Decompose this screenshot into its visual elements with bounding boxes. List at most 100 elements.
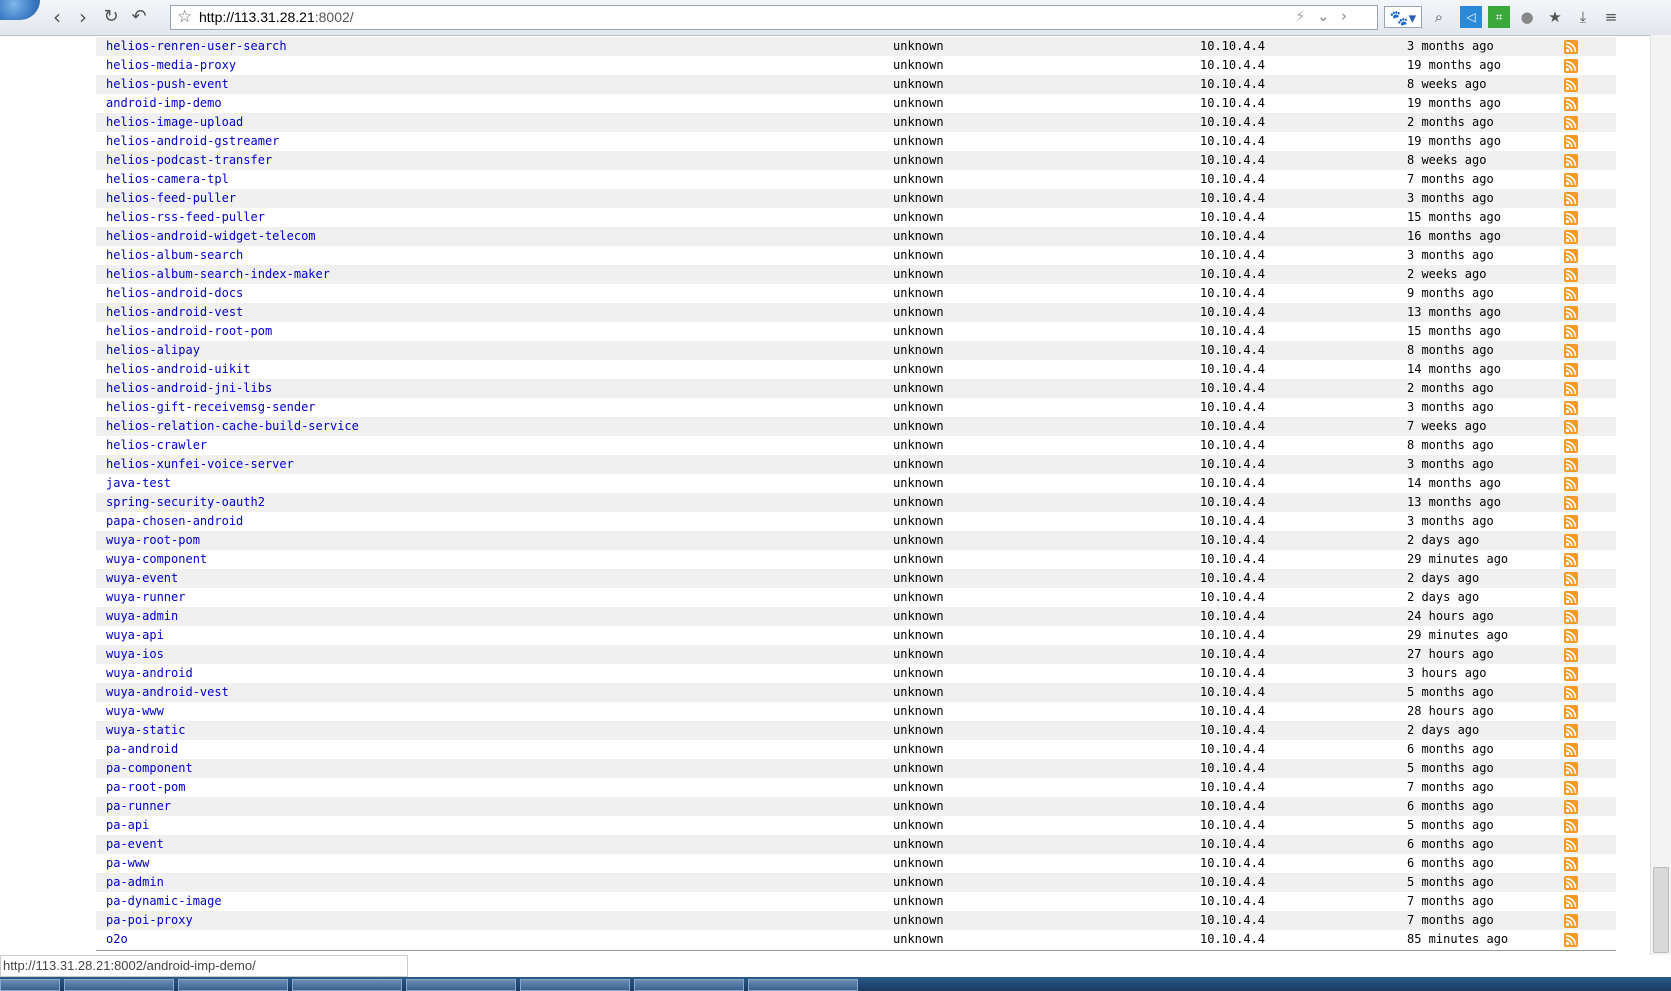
rss-feed-icon[interactable] <box>1564 420 1578 434</box>
repo-link[interactable]: helios-crawler <box>106 436 207 455</box>
repo-link[interactable]: pa-www <box>106 854 149 873</box>
rss-feed-icon[interactable] <box>1564 610 1578 624</box>
repo-link[interactable]: wuya-ios <box>106 645 164 664</box>
repo-link[interactable]: helios-podcast-transfer <box>106 151 272 170</box>
taskbar-item[interactable] <box>178 979 288 991</box>
scrollbar-thumb[interactable] <box>1653 867 1669 953</box>
repo-link[interactable]: helios-android-docs <box>106 284 243 303</box>
rss-feed-icon[interactable] <box>1564 686 1578 700</box>
repo-link[interactable]: wuya-static <box>106 721 185 740</box>
bookmark-star-icon[interactable]: ☆ <box>177 7 192 27</box>
repo-link[interactable]: pa-poi-proxy <box>106 911 193 930</box>
taskbar-item[interactable] <box>406 979 516 991</box>
repo-link[interactable]: pa-runner <box>106 797 171 816</box>
rss-feed-icon[interactable] <box>1564 800 1578 814</box>
undo-icon[interactable]: ↶ <box>126 4 152 30</box>
rss-feed-icon[interactable] <box>1564 553 1578 567</box>
repo-link[interactable]: pa-android <box>106 740 178 759</box>
repo-link[interactable]: helios-android-jni-libs <box>106 379 272 398</box>
rss-feed-icon[interactable] <box>1564 838 1578 852</box>
rss-feed-icon[interactable] <box>1564 230 1578 244</box>
repo-link[interactable]: helios-android-vest <box>106 303 243 322</box>
repo-link[interactable]: helios-push-event <box>106 75 229 94</box>
rss-feed-icon[interactable] <box>1564 211 1578 225</box>
rss-feed-icon[interactable] <box>1564 876 1578 890</box>
repo-link[interactable]: wuya-event <box>106 569 178 588</box>
rss-feed-icon[interactable] <box>1564 116 1578 130</box>
repo-link[interactable]: spring-security-oauth2 <box>106 493 265 512</box>
repo-link[interactable]: pa-admin <box>106 873 164 892</box>
rss-feed-icon[interactable] <box>1564 78 1578 92</box>
repo-link[interactable]: wuya-android <box>106 664 193 683</box>
repo-link[interactable]: helios-android-gstreamer <box>106 132 279 151</box>
rss-feed-icon[interactable] <box>1564 819 1578 833</box>
taskbar-item[interactable] <box>520 979 630 991</box>
rss-feed-icon[interactable] <box>1564 439 1578 453</box>
repo-link[interactable]: helios-rss-feed-puller <box>106 208 265 227</box>
repo-link[interactable]: helios-android-root-pom <box>106 322 272 341</box>
repo-link[interactable]: android-imp-demo <box>106 94 222 113</box>
repo-link[interactable]: o2o <box>106 930 128 949</box>
rss-feed-icon[interactable] <box>1564 857 1578 871</box>
rss-feed-icon[interactable] <box>1564 496 1578 510</box>
repo-link[interactable]: pa-api <box>106 816 149 835</box>
address-url[interactable]: http://113.31.28.21:8002/ <box>199 9 354 25</box>
rss-feed-icon[interactable] <box>1564 629 1578 643</box>
repo-link[interactable]: helios-feed-puller <box>106 189 236 208</box>
browser-logo-icon[interactable] <box>0 0 40 20</box>
rss-feed-icon[interactable] <box>1564 59 1578 73</box>
rss-feed-icon[interactable] <box>1564 515 1578 529</box>
rss-feed-icon[interactable] <box>1564 344 1578 358</box>
crop-icon[interactable]: ⌗ <box>1488 6 1510 28</box>
rss-feed-icon[interactable] <box>1564 287 1578 301</box>
speaker-icon[interactable]: ◁ <box>1460 6 1482 28</box>
rss-feed-icon[interactable] <box>1564 648 1578 662</box>
repo-link[interactable]: helios-album-search <box>106 246 243 265</box>
rss-feed-icon[interactable] <box>1564 591 1578 605</box>
rss-feed-icon[interactable] <box>1564 572 1578 586</box>
repo-link[interactable]: pa-dynamic-image <box>106 892 222 911</box>
repo-link[interactable]: wuya-component <box>106 550 207 569</box>
rss-feed-icon[interactable] <box>1564 724 1578 738</box>
repo-link[interactable]: helios-android-widget-telecom <box>106 227 316 246</box>
repo-link[interactable]: wuya-admin <box>106 607 178 626</box>
rss-feed-icon[interactable] <box>1564 743 1578 757</box>
repo-link[interactable]: wuya-api <box>106 626 164 645</box>
globe-icon[interactable]: ● <box>1516 6 1538 28</box>
refresh-icon[interactable]: ↻ <box>98 4 124 30</box>
repo-link[interactable]: helios-xunfei-voice-server <box>106 455 294 474</box>
rss-feed-icon[interactable] <box>1564 135 1578 149</box>
repo-link[interactable]: wuya-android-vest <box>106 683 229 702</box>
repo-link[interactable]: pa-root-pom <box>106 778 185 797</box>
taskbar-item[interactable] <box>634 979 744 991</box>
rss-feed-icon[interactable] <box>1564 895 1578 909</box>
rss-feed-icon[interactable] <box>1564 401 1578 415</box>
repo-link[interactable]: helios-android-uikit <box>106 360 251 379</box>
repo-link[interactable]: wuya-runner <box>106 588 185 607</box>
rss-feed-icon[interactable] <box>1564 781 1578 795</box>
search-icon[interactable]: ⌕ <box>1428 6 1450 28</box>
repo-link[interactable]: wuya-root-pom <box>106 531 200 550</box>
rss-feed-icon[interactable] <box>1564 97 1578 111</box>
rss-feed-icon[interactable] <box>1564 325 1578 339</box>
rss-feed-icon[interactable] <box>1564 173 1578 187</box>
repo-link[interactable]: pa-component <box>106 759 193 778</box>
rss-feed-icon[interactable] <box>1564 762 1578 776</box>
repo-link[interactable]: helios-album-search-index-maker <box>106 265 330 284</box>
repo-link[interactable]: wuya-www <box>106 702 164 721</box>
rss-feed-icon[interactable] <box>1564 382 1578 396</box>
rss-feed-icon[interactable] <box>1564 268 1578 282</box>
menu-icon[interactable]: ≡ <box>1600 6 1622 28</box>
taskbar-item[interactable] <box>64 979 174 991</box>
repo-link[interactable]: helios-image-upload <box>106 113 243 132</box>
rss-feed-icon[interactable] <box>1564 933 1578 947</box>
vertical-scrollbar[interactable] <box>1650 35 1671 955</box>
repo-link[interactable]: helios-relation-cache-build-service <box>106 417 359 436</box>
rss-feed-icon[interactable] <box>1564 458 1578 472</box>
lightning-icon[interactable]: ⚡ <box>1295 7 1306 25</box>
rss-feed-icon[interactable] <box>1564 914 1578 928</box>
address-bar[interactable]: ☆ http://113.31.28.21:8002/ ⚡ ⌄ › <box>170 5 1378 30</box>
repo-link[interactable]: pa-event <box>106 835 164 854</box>
rss-feed-icon[interactable] <box>1564 192 1578 206</box>
search-engine-icon[interactable]: 🐾▾ <box>1384 6 1422 28</box>
